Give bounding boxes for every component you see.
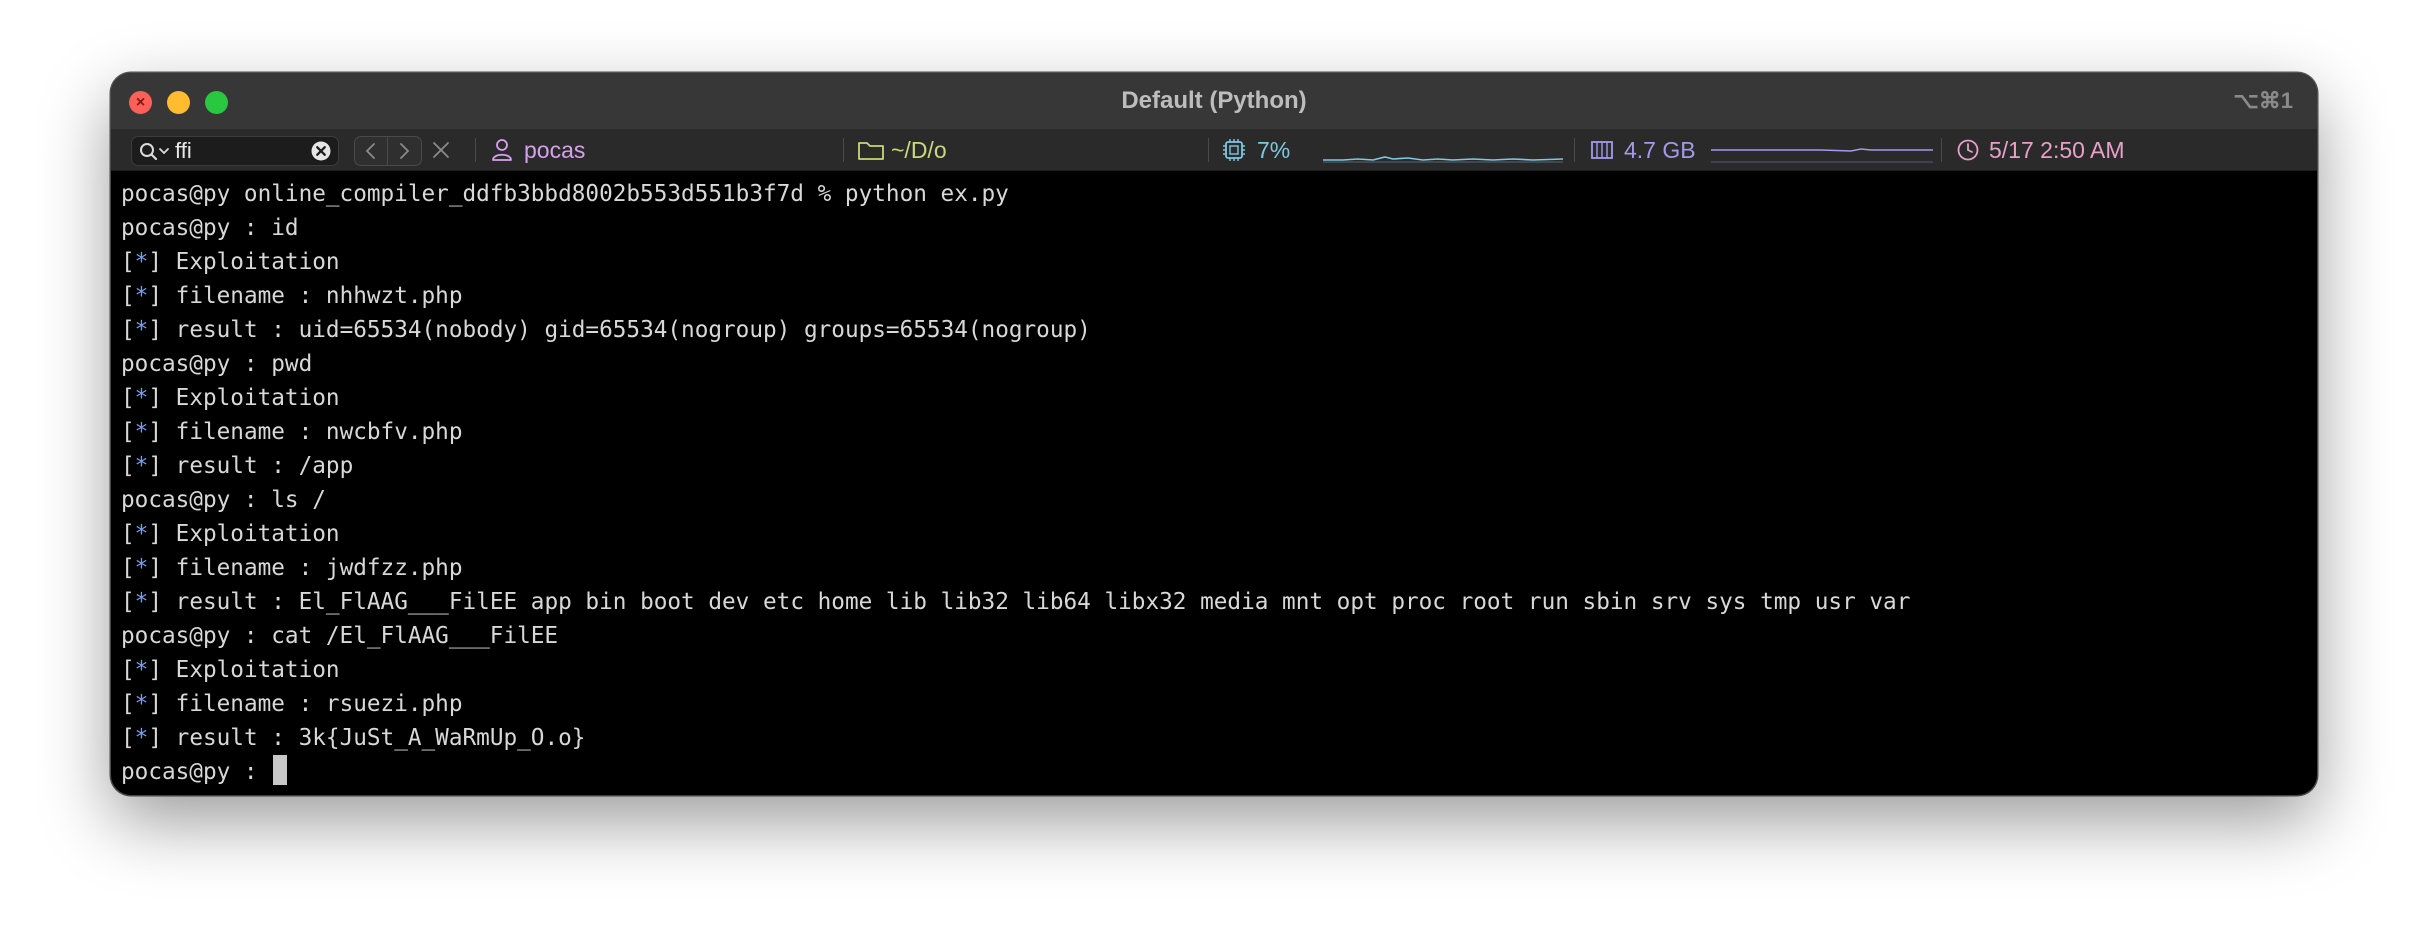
folder-icon: [858, 142, 884, 160]
find-input-value[interactable]: ffi: [175, 137, 192, 165]
line-text: ] result : El_FlAAG___FilEE app bin boot…: [148, 589, 1911, 615]
bracket-open: [: [121, 453, 135, 479]
terminal-line: [*] result : 3k{JuSt_A_WaRmUp_O.o}: [121, 721, 2317, 755]
line-text: ] Exploitation: [148, 385, 340, 411]
status-marker: *: [134, 657, 149, 683]
terminal-line: [*] Exploitation: [121, 517, 2317, 551]
status-marker: *: [134, 283, 149, 309]
status-memory: 4.7 GB: [1624, 137, 1696, 163]
status-cpu: 7%: [1257, 137, 1291, 163]
status-marker: *: [134, 725, 149, 751]
terminal-line: [*] filename : nhhwzt.php: [121, 279, 2317, 313]
line-text: ] result : 3k{JuSt_A_WaRmUp_O.o}: [148, 725, 586, 751]
bracket-open: [: [121, 385, 135, 411]
memory-icon: [1591, 141, 1613, 159]
status-separator: [843, 138, 844, 162]
window-title: Default (Python): [1121, 87, 1307, 114]
line-text: ] Exploitation: [148, 249, 340, 275]
terminal-line: [*] result : El_FlAAG___FilEE app bin bo…: [121, 585, 2317, 619]
bracket-open: [: [121, 521, 135, 547]
terminal-line: pocas@py : pwd: [121, 351, 313, 377]
user-icon: [492, 139, 512, 161]
terminal-line: pocas@py : id: [121, 215, 299, 241]
status-path: ~/D/o: [891, 137, 947, 163]
terminal-window: × Default (Python) ⌥⌘1 ffi pocas ~/D/o 7…: [111, 73, 2317, 795]
find-navigation: [354, 136, 422, 166]
find-field[interactable]: ffi: [131, 136, 339, 166]
cpu-graph: [1323, 156, 1563, 163]
find-navigation-divider: [387, 137, 388, 165]
status-bar: ffi pocas ~/D/o 7% 4.7 GB 5/17 2:50 AM: [111, 130, 2317, 171]
line-text: ] filename : rsuezi.php: [148, 691, 463, 717]
find-next-icon[interactable]: [396, 141, 412, 161]
status-marker: *: [134, 589, 149, 615]
find-previous-icon[interactable]: [363, 141, 379, 161]
clock-icon: [1957, 139, 1979, 161]
terminal-prompt: pocas@py :: [121, 759, 272, 785]
status-separator: [1941, 138, 1942, 162]
line-text: ] result : /app: [148, 453, 354, 479]
title-bar[interactable]: × Default (Python) ⌥⌘1: [111, 73, 2317, 130]
bracket-open: [: [121, 555, 135, 581]
bracket-open: [: [121, 725, 135, 751]
status-marker: *: [134, 419, 149, 445]
window-shortcut: ⌥⌘1: [2233, 88, 2293, 113]
status-separator: [1574, 138, 1575, 162]
bracket-open: [: [121, 249, 135, 275]
status-marker: *: [134, 521, 149, 547]
status-marker: *: [134, 249, 149, 275]
bracket-open: [: [121, 283, 135, 309]
terminal-line: [*] Exploitation: [121, 381, 2317, 415]
line-text: ] filename : nhhwzt.php: [148, 283, 463, 309]
bracket-open: [: [121, 691, 135, 717]
terminal-line: [*] result : /app: [121, 449, 2317, 483]
bracket-open: [: [121, 589, 135, 615]
status-username: pocas: [524, 137, 586, 163]
memory-graph: [1711, 148, 1933, 163]
status-marker: *: [134, 691, 149, 717]
terminal-line: [*] filename : nwcbfv.php: [121, 415, 2317, 449]
line-text: ] filename : nwcbfv.php: [148, 419, 463, 445]
cpu-icon: [1223, 139, 1245, 161]
status-separator: [1208, 138, 1209, 162]
terminal-line: pocas@py : cat /El_FlAAG___FilEE: [121, 623, 559, 649]
terminal-line: [*] Exploitation: [121, 245, 2317, 279]
terminal-line: [*] Exploitation: [121, 653, 2317, 687]
line-text: ] filename : jwdfzz.php: [148, 555, 463, 581]
terminal-line: [*] filename : jwdfzz.php: [121, 551, 2317, 585]
status-marker: *: [134, 317, 149, 343]
search-icon: [140, 143, 169, 160]
status-marker: *: [134, 555, 149, 581]
line-text: ] Exploitation: [148, 521, 340, 547]
terminal-line: pocas@py online_compiler_ddfb3bbd8002b55…: [121, 181, 1009, 207]
close-find-icon[interactable]: [431, 140, 451, 160]
terminal-line: pocas@py : ls /: [121, 487, 326, 513]
status-marker: *: [134, 385, 149, 411]
status-marker: *: [134, 453, 149, 479]
line-text: ] result : uid=65534(nobody) gid=65534(n…: [148, 317, 1091, 343]
bracket-open: [: [121, 419, 135, 445]
terminal-prompt-line[interactable]: pocas@py :: [121, 755, 2317, 789]
status-clock: 5/17 2:50 AM: [1989, 137, 2125, 163]
line-text: ] Exploitation: [148, 657, 340, 683]
terminal-line: [*] filename : rsuezi.php: [121, 687, 2317, 721]
status-separator: [475, 138, 476, 162]
bracket-open: [: [121, 317, 135, 343]
clear-search-icon[interactable]: [311, 141, 331, 161]
terminal-line: [*] result : uid=65534(nobody) gid=65534…: [121, 313, 2317, 347]
text-cursor: [273, 755, 288, 785]
terminal-output[interactable]: pocas@py online_compiler_ddfb3bbd8002b55…: [111, 171, 2317, 795]
bracket-open: [: [121, 657, 135, 683]
